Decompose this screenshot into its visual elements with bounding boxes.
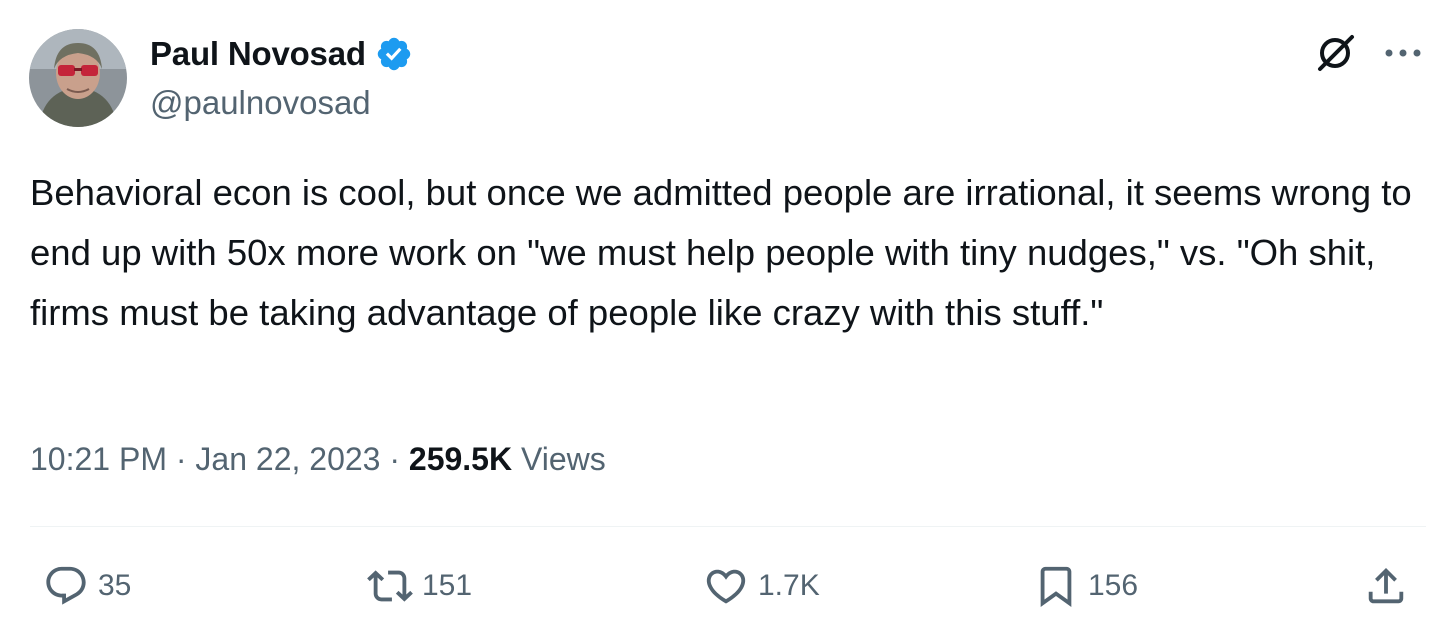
views-label: Views	[520, 441, 606, 477]
author-display-name[interactable]: Paul Novosad	[150, 35, 366, 73]
retweet-count: 151	[422, 569, 473, 602]
views-count: 259.5K	[408, 441, 513, 477]
meta-separator: ·	[166, 441, 196, 477]
bookmark-count: 156	[1088, 569, 1139, 602]
share-icon	[1362, 562, 1410, 610]
tweet-card: Paul Novosad @paulnovosad Behavioral eco…	[0, 0, 1456, 637]
divider	[30, 526, 1426, 527]
tweet-text: Behavioral econ is cool, but once we adm…	[30, 172, 1412, 333]
meta-separator: ·	[380, 441, 409, 477]
verified-badge-icon[interactable]	[375, 35, 413, 73]
author-name-row: Paul Novosad	[150, 32, 413, 76]
like-button[interactable]: 1.7K	[702, 560, 820, 612]
like-count: 1.7K	[758, 569, 820, 602]
reply-icon	[42, 562, 90, 610]
retweet-icon	[366, 562, 414, 610]
grok-button[interactable]	[1310, 28, 1360, 78]
more-icon	[1385, 49, 1421, 57]
tweet-date[interactable]: Jan 22, 2023	[195, 441, 380, 478]
bookmark-button[interactable]: 156	[1032, 560, 1138, 612]
author-handle[interactable]: @paulnovosad	[150, 84, 371, 122]
tweet-time[interactable]: 10:21 PM	[30, 441, 167, 478]
heart-icon	[702, 562, 750, 610]
bookmark-icon	[1032, 562, 1080, 610]
more-options-button[interactable]	[1378, 28, 1428, 78]
avatar-image	[29, 29, 127, 127]
reply-button[interactable]: 35	[42, 560, 131, 612]
avatar[interactable]	[29, 29, 127, 127]
tweet-meta: 10:21 PM · Jan 22, 2023 · 259.5K Views	[30, 441, 606, 478]
grok-icon	[1318, 35, 1354, 71]
share-button[interactable]	[1362, 560, 1410, 612]
views-gap	[512, 441, 521, 478]
retweet-button[interactable]: 151	[366, 560, 472, 612]
reply-count: 35	[98, 569, 132, 602]
